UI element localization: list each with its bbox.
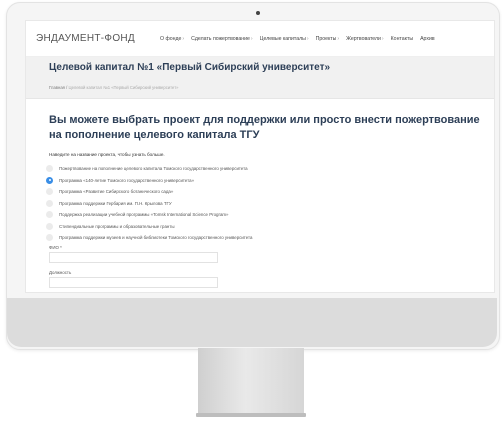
radio-button[interactable] — [46, 211, 53, 219]
fio-label: ФИО * — [49, 245, 62, 250]
nav-item-label: Жертвователи — [346, 36, 381, 42]
radio-button[interactable] — [46, 199, 53, 207]
site-logo[interactable]: ЭНДАУМЕНТ-ФОНД — [36, 33, 135, 44]
breadcrumb-home-link[interactable]: Главная — [49, 85, 65, 90]
nav-item-capitals[interactable]: Целевые капиталы› — [260, 36, 309, 42]
nav-item-label: О фонде — [160, 36, 182, 42]
radio-button[interactable] — [46, 234, 53, 242]
project-option[interactable]: Программа «Развитие Сибирского ботаничес… — [46, 186, 486, 198]
nav-item-contacts[interactable]: Контакты — [391, 36, 413, 42]
project-option[interactable]: Программа поддержки Гербария им. П.Н. Кр… — [46, 198, 486, 210]
form-heading: Вы можете выбрать проект для поддержки и… — [49, 114, 480, 141]
nav-item-about[interactable]: О фонде› — [160, 36, 184, 42]
main-nav: О фонде› Сделать пожертвование› Целевые … — [160, 36, 435, 42]
option-label: Программа поддержки музеев и научной биб… — [59, 235, 253, 241]
project-option[interactable]: Пожертвование на пополнение целевого кап… — [46, 163, 486, 175]
radio-button[interactable] — [46, 222, 53, 230]
nav-item-donate[interactable]: Сделать пожертвование› — [191, 36, 253, 42]
project-option[interactable]: Стипендиальные программы и образовательн… — [46, 221, 486, 233]
breadcrumb: Главная / Целевой капитал №1 «Первый Сиб… — [49, 85, 178, 90]
nav-item-donors[interactable]: Жертвователи› — [346, 36, 384, 42]
monitor-stand-foot — [196, 413, 306, 417]
project-option[interactable]: Поддержка реализации учебной программы «… — [46, 209, 486, 221]
option-label: Стипендиальные программы и образовательн… — [59, 223, 175, 229]
position-field[interactable] — [49, 277, 218, 288]
radio-button[interactable] — [46, 165, 53, 173]
chevron-icon: › — [250, 36, 253, 42]
form-hint: Наведите на название проекта, чтобы узна… — [49, 152, 165, 157]
nav-item-label: Сделать пожертвование — [191, 36, 250, 42]
monitor-chin — [7, 298, 497, 347]
project-option[interactable]: Программа поддержки музеев и научной биб… — [46, 232, 486, 244]
nav-item-label: Проекты — [315, 36, 337, 42]
radio-button-selected[interactable] — [46, 176, 53, 184]
monitor-stand — [198, 348, 304, 414]
chevron-icon: › — [306, 36, 309, 42]
site-header: ЭНДАУМЕНТ-ФОНД О фонде› Сделать пожертво… — [26, 21, 494, 57]
nav-item-projects[interactable]: Проекты› — [316, 36, 340, 42]
project-option[interactable]: Программа «140-летие Томского государств… — [46, 175, 486, 187]
browser-screen: ЭНДАУМЕНТ-ФОНД О фонде› Сделать пожертво… — [25, 20, 495, 293]
fio-field[interactable] — [49, 252, 218, 263]
page-title: Целевой капитал №1 «Первый Сибирский уни… — [49, 62, 331, 73]
chevron-icon: › — [182, 36, 185, 42]
chevron-icon: › — [337, 36, 340, 42]
option-label: Программа «140-летие Томского государств… — [59, 177, 195, 183]
position-label: Должность — [49, 270, 72, 275]
option-label: Поддержка реализации учебной программы «… — [59, 212, 229, 218]
option-label: Программа «Развитие Сибирского ботаничес… — [59, 189, 174, 195]
breadcrumb-current: Целевой капитал №1 «Первый Сибирский уни… — [68, 85, 179, 90]
camera-dot — [256, 11, 260, 15]
nav-item-label: Контакты — [390, 36, 414, 42]
nav-item-archive[interactable]: Архив — [420, 36, 435, 42]
radio-button[interactable] — [46, 188, 53, 196]
option-label: Программа поддержки Гербария им. П.Н. Кр… — [59, 200, 172, 206]
nav-item-label: Целевые капиталы — [259, 36, 306, 42]
project-options: Пожертвование на пополнение целевого кап… — [46, 163, 486, 244]
nav-item-label: Архив — [420, 36, 435, 42]
chevron-icon: › — [381, 36, 384, 42]
option-label: Пожертвование на пополнение целевого кап… — [59, 166, 248, 172]
